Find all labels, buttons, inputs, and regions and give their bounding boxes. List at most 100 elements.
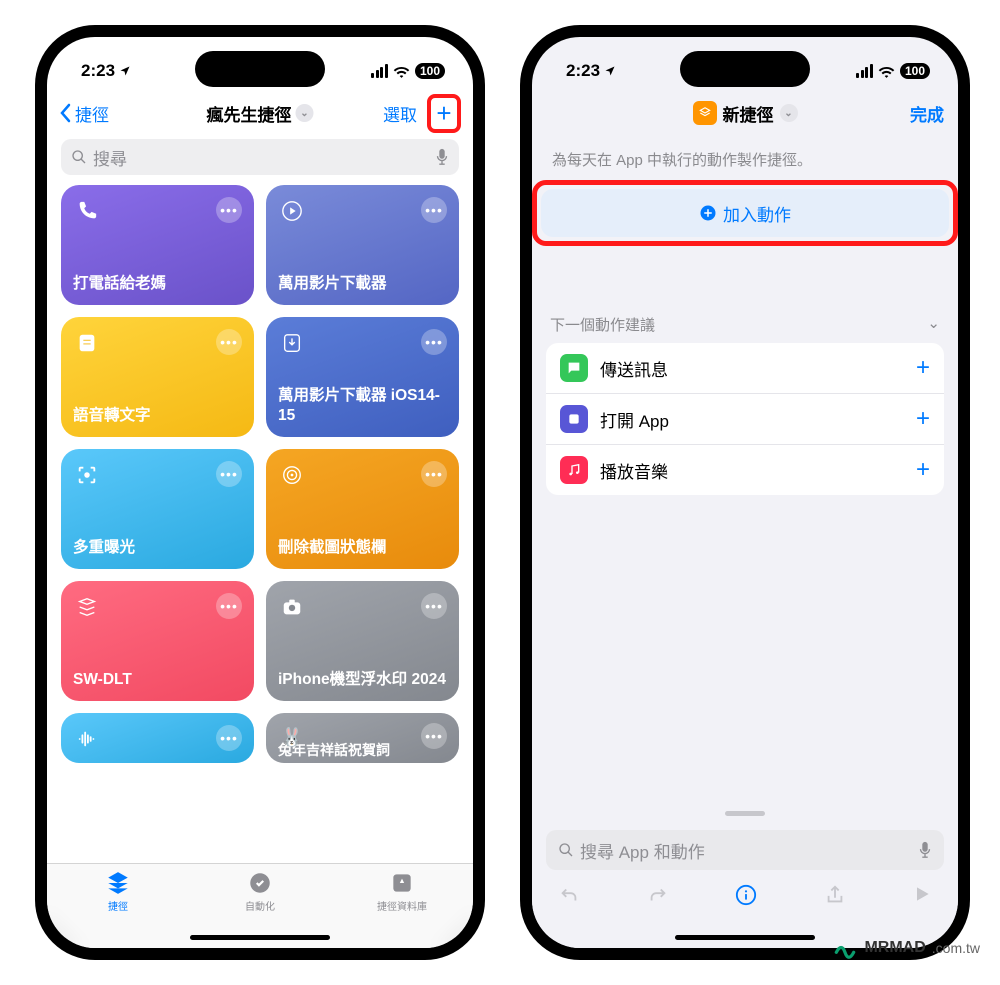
rabbit-icon: 🐰 [278,723,306,751]
home-indicator[interactable] [675,935,815,940]
shortcuts-grid: ••• 打電話給老媽 ••• 萬用影片下載器 ••• 語音轉文字 ••• 萬用影… [47,185,473,763]
tab-label: 捷徑資料庫 [377,898,427,913]
suggestion-open-app[interactable]: 打開 App + [546,394,944,445]
more-icon[interactable]: ••• [421,461,447,487]
back-button[interactable]: 捷徑 [59,101,109,126]
watermark-tld: .com.tw [932,940,980,956]
more-icon[interactable]: ••• [216,461,242,487]
shortcut-tile[interactable]: ••• 打電話給老媽 [61,185,254,305]
chevron-down-icon: ⌄ [780,104,798,122]
more-icon[interactable]: ••• [216,593,242,619]
shortcut-tile[interactable]: ••• 刪除截圖狀態欄 [266,449,459,569]
select-button[interactable]: 選取 [383,101,417,126]
shortcut-tile[interactable]: ••• 語音轉文字 [61,317,254,437]
wifi-icon [393,65,410,78]
notch [195,51,325,87]
search-input[interactable]: 搜尋 [61,139,459,175]
add-shortcut-button[interactable]: + [427,94,461,133]
tab-shortcuts[interactable]: 捷徑 [47,870,189,948]
notes-icon [73,329,101,357]
suggestion-play-music[interactable]: 播放音樂 + [546,445,944,495]
chevron-down-icon: ⌄ [927,314,940,335]
tile-label: iPhone機型浮水印 2024 [278,670,447,689]
done-button[interactable]: 完成 [910,101,944,126]
undo-button[interactable] [558,884,580,912]
plus-icon[interactable]: + [916,405,930,433]
mic-icon[interactable] [918,841,932,859]
suggestion-label: 打開 App [600,407,904,432]
share-button[interactable] [824,884,846,912]
location-icon [604,65,616,77]
signal-icon [856,64,873,78]
watermark-logo-icon [832,935,858,961]
waveform-icon [73,725,101,753]
add-action-button[interactable]: 加入動作 [541,189,949,237]
search-icon [71,149,87,165]
hint-text: 為每天在 App 中執行的動作製作捷徑。 [532,135,958,180]
download-icon [278,329,306,357]
scan-icon [73,461,101,489]
nav-bar: 新捷徑 ⌄ 完成 [532,91,958,135]
shortcut-tile[interactable]: ••• [61,713,254,763]
plus-circle-icon [699,204,717,222]
more-icon[interactable]: ••• [421,329,447,355]
gallery-icon [389,870,415,896]
page-title[interactable]: 瘋先生捷徑 ⌄ [207,101,314,126]
suggestion-label: 傳送訊息 [600,356,904,381]
home-indicator[interactable] [190,935,330,940]
wifi-icon [878,65,895,78]
mic-icon[interactable] [435,148,449,166]
tab-bar: 捷徑 自動化 捷徑資料庫 [47,863,473,948]
plus-icon[interactable]: + [916,456,930,484]
messages-icon [560,354,588,382]
shortcut-tile[interactable]: ••• 多重曝光 [61,449,254,569]
shortcut-tile[interactable]: ••• 萬用影片下載器 iOS14-15 [266,317,459,437]
search-placeholder: 搜尋 App 和動作 [580,838,705,863]
suggestion-label: 播放音樂 [600,458,904,483]
page-title[interactable]: 新捷徑 ⌄ [693,101,798,126]
grabber-handle[interactable] [725,811,765,816]
add-action-highlight: 加入動作 [532,180,958,246]
plus-icon[interactable]: + [916,354,930,382]
music-icon [560,456,588,484]
phone-right: 2:23 100 新捷徑 ⌄ 完成 為每天在 App 中執行的動作製作捷徑。 加… [520,25,970,960]
run-button[interactable] [912,884,932,910]
shortcut-tile[interactable]: 🐰••• 兔年吉祥話祝賀詞 [266,713,459,763]
tile-label: 刪除截圖狀態欄 [278,538,447,557]
phone-left: 2:23 100 捷徑 瘋先生捷徑 ⌄ 選取 + [35,25,485,960]
search-placeholder: 搜尋 [93,145,127,170]
more-icon[interactable]: ••• [421,593,447,619]
tile-label: 萬用影片下載器 iOS14-15 [278,386,447,425]
tab-label: 自動化 [245,898,275,913]
battery-icon: 100 [900,63,930,79]
phone-icon [73,197,101,225]
automation-icon [247,870,273,896]
shortcuts-icon [105,870,131,896]
info-button[interactable] [735,884,757,912]
more-icon[interactable]: ••• [216,725,242,751]
suggestion-send-message[interactable]: 傳送訊息 + [546,343,944,394]
more-icon[interactable]: ••• [421,197,447,223]
shortcut-badge-icon [693,101,717,125]
tab-gallery[interactable]: 捷徑資料庫 [331,870,473,948]
tile-label: 打電話給老媽 [73,274,242,293]
watermark: MRMAD.com.tw [832,935,980,961]
location-icon [119,65,131,77]
tile-label: SW-DLT [73,670,242,689]
tile-label: 多重曝光 [73,538,242,557]
more-icon[interactable]: ••• [216,197,242,223]
more-icon[interactable]: ••• [421,723,447,749]
tile-label: 語音轉文字 [73,406,242,425]
suggestions-header[interactable]: 下一個動作建議 ⌄ [546,306,944,343]
redo-button[interactable] [647,884,669,912]
shortcut-tile[interactable]: ••• 萬用影片下載器 [266,185,459,305]
chevron-down-icon: ⌄ [296,104,314,122]
shortcut-tile[interactable]: ••• SW-DLT [61,581,254,701]
action-search-input[interactable]: 搜尋 App 和動作 [546,830,944,870]
tab-label: 捷徑 [108,898,128,913]
camera-icon [278,593,306,621]
more-icon[interactable]: ••• [216,329,242,355]
play-icon [278,197,306,225]
shortcut-tile[interactable]: ••• iPhone機型浮水印 2024 [266,581,459,701]
suggestion-list: 傳送訊息 + 打開 App + 播放音樂 + [546,343,944,495]
